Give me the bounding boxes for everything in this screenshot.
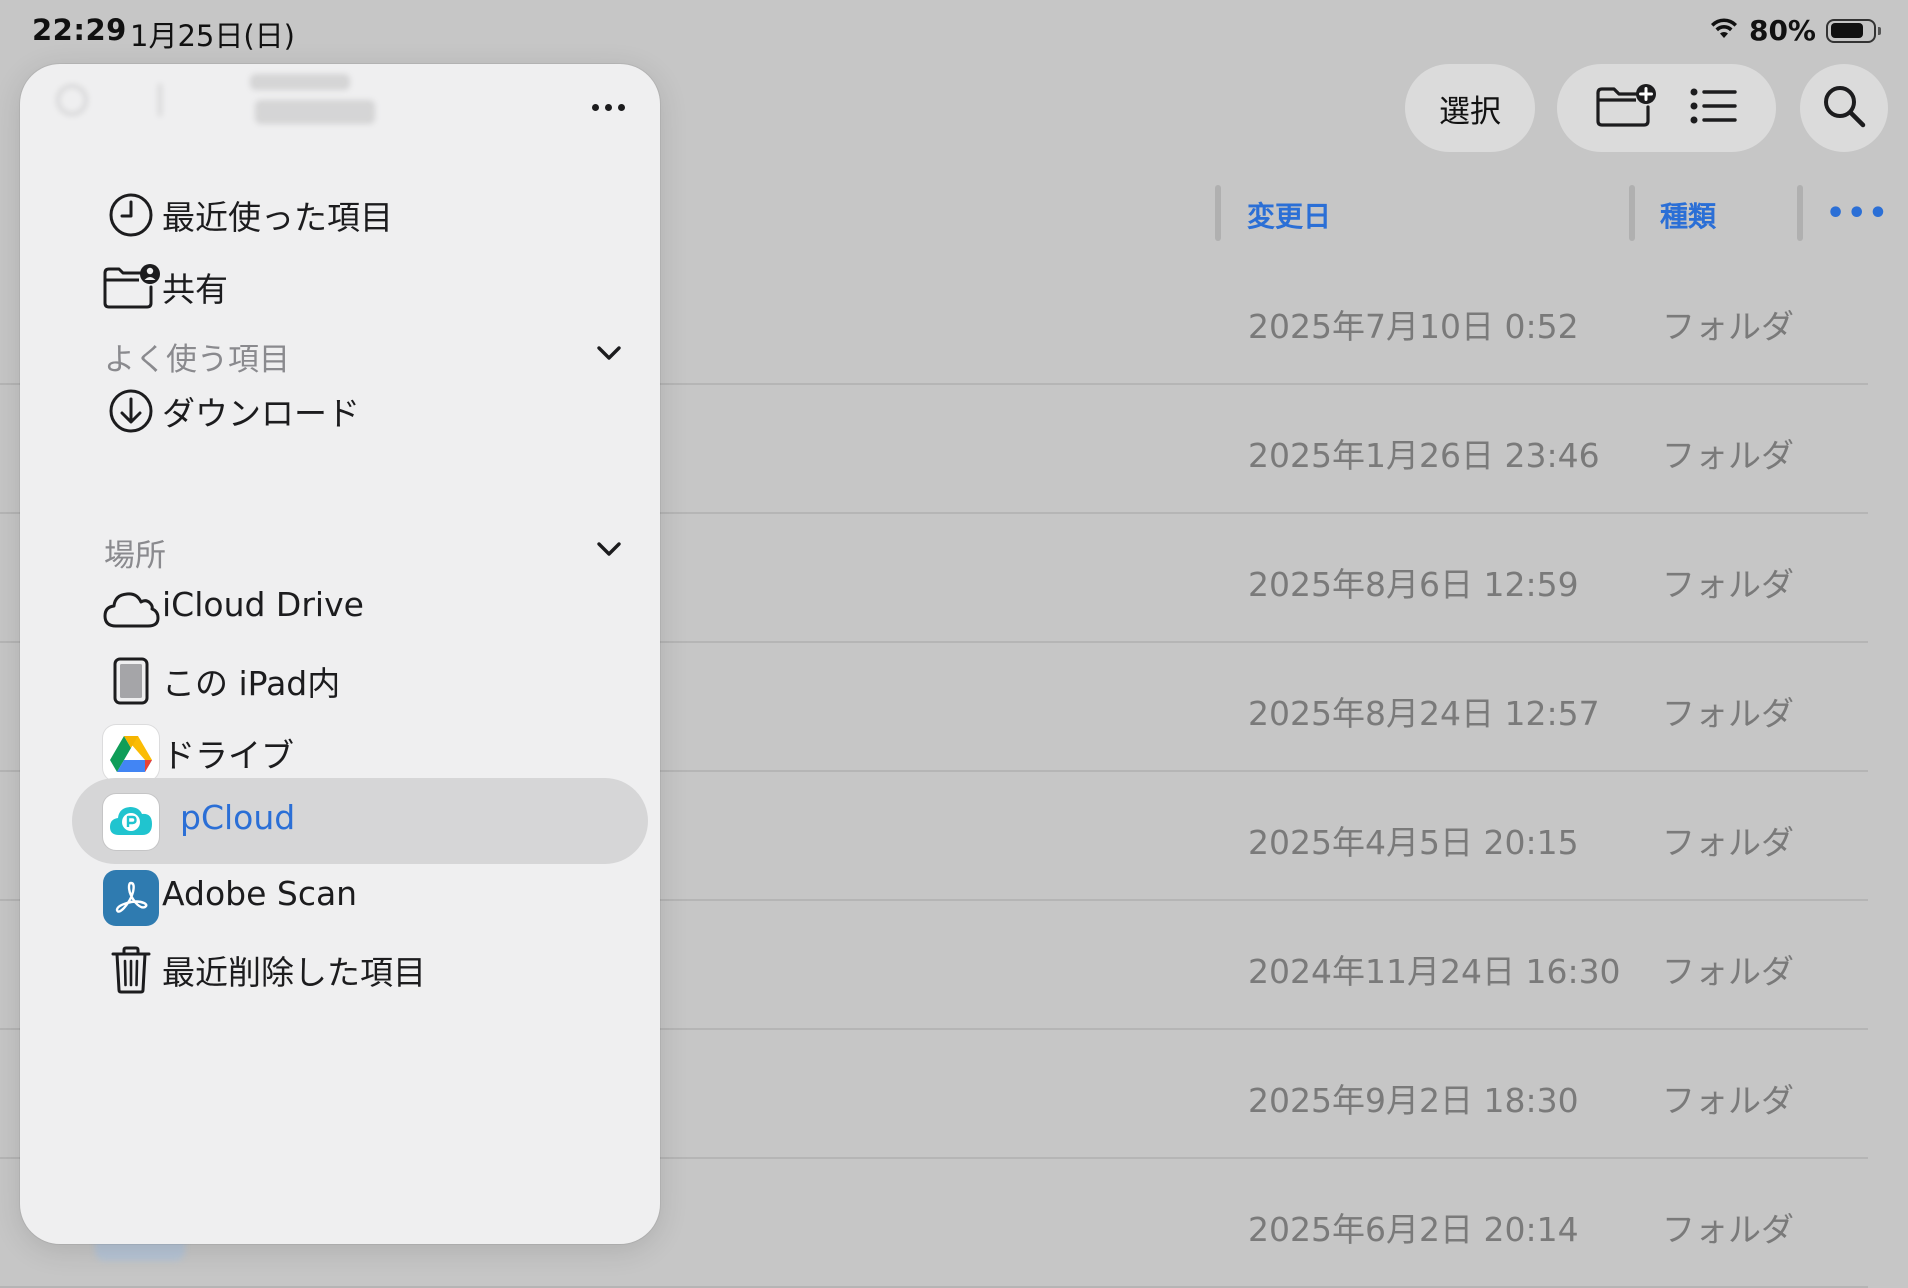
sidebar-item-shared[interactable]: 共有 <box>52 243 647 329</box>
battery-fill <box>1830 23 1864 38</box>
sidebar-item-label: iCloud Drive <box>162 585 364 624</box>
pcloud-icon <box>102 793 160 851</box>
search-button[interactable] <box>1800 64 1888 152</box>
status-date: 1月25日(日) <box>130 19 295 53</box>
column-header-modified[interactable]: 変更日 <box>1247 195 1331 235</box>
chevron-down-icon[interactable] <box>594 338 624 368</box>
sidebar-item-recently-deleted[interactable]: 最近削除した項目 <box>52 926 647 1012</box>
file-modified-date: 2024年11月24日 16:30 <box>1248 952 1621 991</box>
file-modified-date: 2025年7月10日 0:52 <box>1248 307 1579 346</box>
file-kind: フォルダ <box>1662 436 1794 475</box>
sidebar-item-label: ダウンロード <box>162 394 360 433</box>
pcloud-app-icon <box>103 794 159 850</box>
sidebar-item-label: Adobe Scan <box>162 874 358 913</box>
wifi-icon <box>1709 17 1739 45</box>
google-drive-icon <box>102 724 160 782</box>
file-kind: フォルダ <box>1662 694 1794 733</box>
file-modified-date: 2025年8月24日 12:57 <box>1248 694 1600 733</box>
list-view-icon[interactable] <box>1689 86 1739 130</box>
status-time: 22:29 <box>32 13 127 47</box>
file-kind: フォルダ <box>1662 307 1794 346</box>
sidebar-item-label: 最近削除した項目 <box>162 953 426 992</box>
file-modified-date: 2025年4月5日 20:15 <box>1248 823 1579 862</box>
file-modified-date: 2025年1月26日 23:46 <box>1248 436 1600 475</box>
column-options-icon[interactable]: ••• <box>1826 196 1890 231</box>
column-divider[interactable] <box>1215 185 1221 241</box>
file-kind: フォルダ <box>1662 1081 1794 1120</box>
file-kind: フォルダ <box>1662 952 1794 991</box>
ipad-icon <box>102 652 160 710</box>
adobe-scan-icon <box>102 869 160 927</box>
sidebar-item-label: 共有 <box>162 270 228 309</box>
adobe-scan-app-icon <box>103 870 159 926</box>
clock-icon <box>102 186 160 244</box>
search-icon <box>1821 83 1867 133</box>
sidebar-item-label: ドライブ <box>162 736 294 775</box>
file-kind: フォルダ <box>1662 1210 1794 1249</box>
sidebar-item-pcloud[interactable]: pCloud <box>72 778 648 864</box>
toolbar-button-group <box>1557 64 1776 152</box>
cloud-icon <box>102 580 160 638</box>
file-modified-date: 2025年8月6日 12:59 <box>1248 565 1579 604</box>
more-dot-icon <box>604 103 612 111</box>
file-modified-date: 2025年6月2日 20:14 <box>1248 1210 1579 1249</box>
select-button[interactable]: 選択 <box>1405 64 1535 152</box>
sidebar: 最近使った項目 共有 よく使う項目 ダウンロード 場所 iCloud Drive… <box>20 64 660 1244</box>
sidebar-item-downloads[interactable]: ダウンロード <box>52 367 647 453</box>
column-divider[interactable] <box>1629 185 1635 241</box>
chevron-down-icon[interactable] <box>594 534 624 564</box>
sidebar-item-label: 最近使った項目 <box>162 198 393 237</box>
google-drive-app-icon <box>103 725 159 781</box>
shared-folder-icon <box>102 258 160 316</box>
new-folder-icon[interactable] <box>1594 83 1656 133</box>
sidebar-more-button[interactable] <box>580 92 636 122</box>
sidebar-item-label: この iPad内 <box>162 664 341 703</box>
column-divider[interactable] <box>1797 185 1803 241</box>
status-indicators: 80% <box>1709 14 1881 47</box>
sidebar-header-blurred <box>40 64 380 134</box>
download-icon <box>102 382 160 440</box>
sidebar-item-label: pCloud <box>180 798 296 837</box>
battery-icon <box>1826 18 1881 43</box>
more-dot-icon <box>591 103 599 111</box>
status-bar: 22:29 1月25日(日) 80% <box>0 0 1908 64</box>
file-kind: フォルダ <box>1662 823 1794 862</box>
battery-percent: 80% <box>1748 14 1816 47</box>
trash-icon <box>102 941 160 999</box>
more-dot-icon <box>617 103 625 111</box>
file-kind: フォルダ <box>1662 565 1794 604</box>
file-modified-date: 2025年9月2日 18:30 <box>1248 1081 1579 1120</box>
column-header-kind[interactable]: 種類 <box>1660 195 1716 235</box>
